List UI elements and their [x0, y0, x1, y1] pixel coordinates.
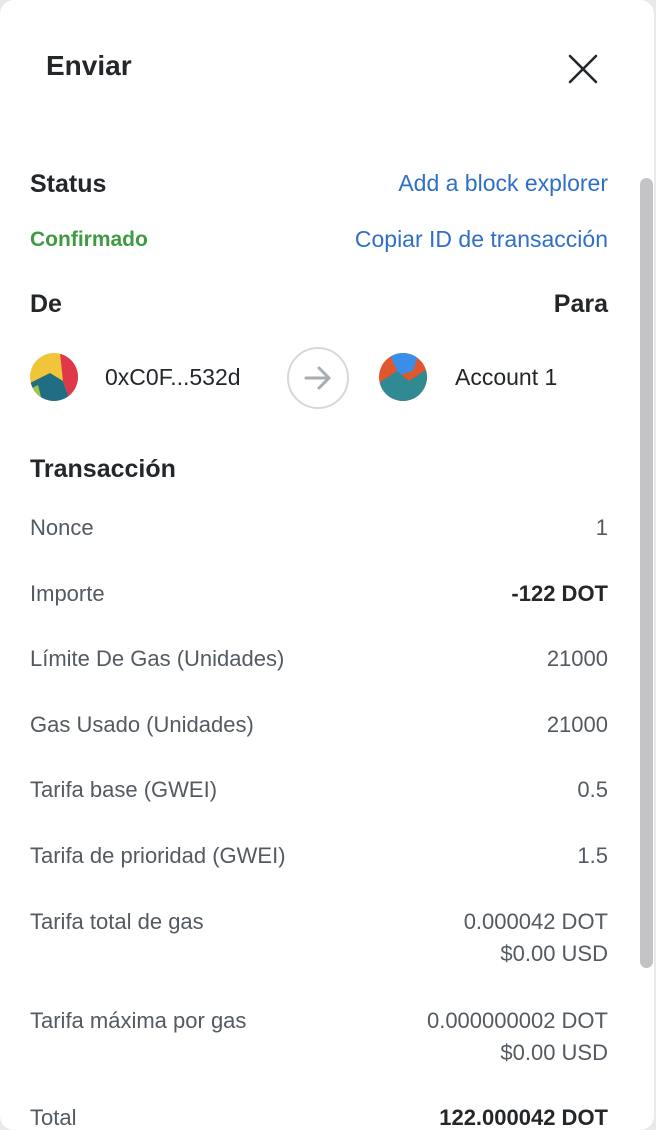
gas-limit-label: Límite De Gas (Unidades) [30, 646, 285, 671]
add-block-explorer-link[interactable]: Add a block explorer [398, 170, 608, 197]
scrollbar[interactable] [640, 178, 653, 968]
copy-transaction-id-link[interactable]: Copiar ID de transacción [355, 226, 608, 253]
priority-fee-value: 1.5 [577, 843, 608, 868]
max-fee-value: 0.000000002 DOT [426, 1008, 608, 1033]
max-fee-usd: $0.00 USD [500, 1040, 608, 1065]
from-account-avatar [30, 353, 78, 401]
to-account-name[interactable]: Account 1 [455, 364, 557, 391]
close-icon [568, 54, 598, 84]
max-fee-label: Tarifa máxima por gas [30, 1008, 247, 1033]
direction-indicator [287, 347, 349, 409]
to-account-avatar [379, 353, 427, 401]
status-label: Status [30, 170, 107, 198]
base-fee-value: 0.5 [577, 777, 608, 802]
gas-used-value: 21000 [546, 712, 608, 737]
total-gas-fee-value: 0.000042 DOT [463, 909, 608, 934]
from-address[interactable]: 0xC0F...532d [105, 364, 241, 391]
base-fee-label: Tarifa base (GWEI) [30, 777, 218, 802]
amount-value: -122 DOT [511, 581, 608, 606]
total-gas-fee-usd: $0.00 USD [500, 941, 608, 966]
nonce-label: Nonce [30, 515, 94, 540]
header: Enviar [0, 0, 654, 140]
transaction-details-panel: Enviar Status Add a block explorer Confi… [0, 0, 654, 1130]
to-label: Para [553, 290, 608, 318]
nonce-value: 1 [595, 515, 608, 540]
gas-limit-value: 21000 [546, 646, 608, 671]
page-title: Enviar [46, 50, 132, 81]
close-button[interactable] [562, 48, 604, 90]
status-badge: Confirmado [30, 228, 148, 251]
amount-label: Importe [30, 581, 105, 606]
total-label: Total [30, 1105, 77, 1130]
gas-used-label: Gas Usado (Unidades) [30, 712, 254, 737]
priority-fee-label: Tarifa de prioridad (GWEI) [30, 843, 286, 868]
arrow-right-icon [304, 366, 331, 390]
total-value: 122.000042 DOT [439, 1105, 608, 1130]
total-gas-fee-label: Tarifa total de gas [30, 909, 204, 934]
transaction-section-title: Transacción [30, 455, 176, 483]
from-label: De [30, 290, 62, 318]
